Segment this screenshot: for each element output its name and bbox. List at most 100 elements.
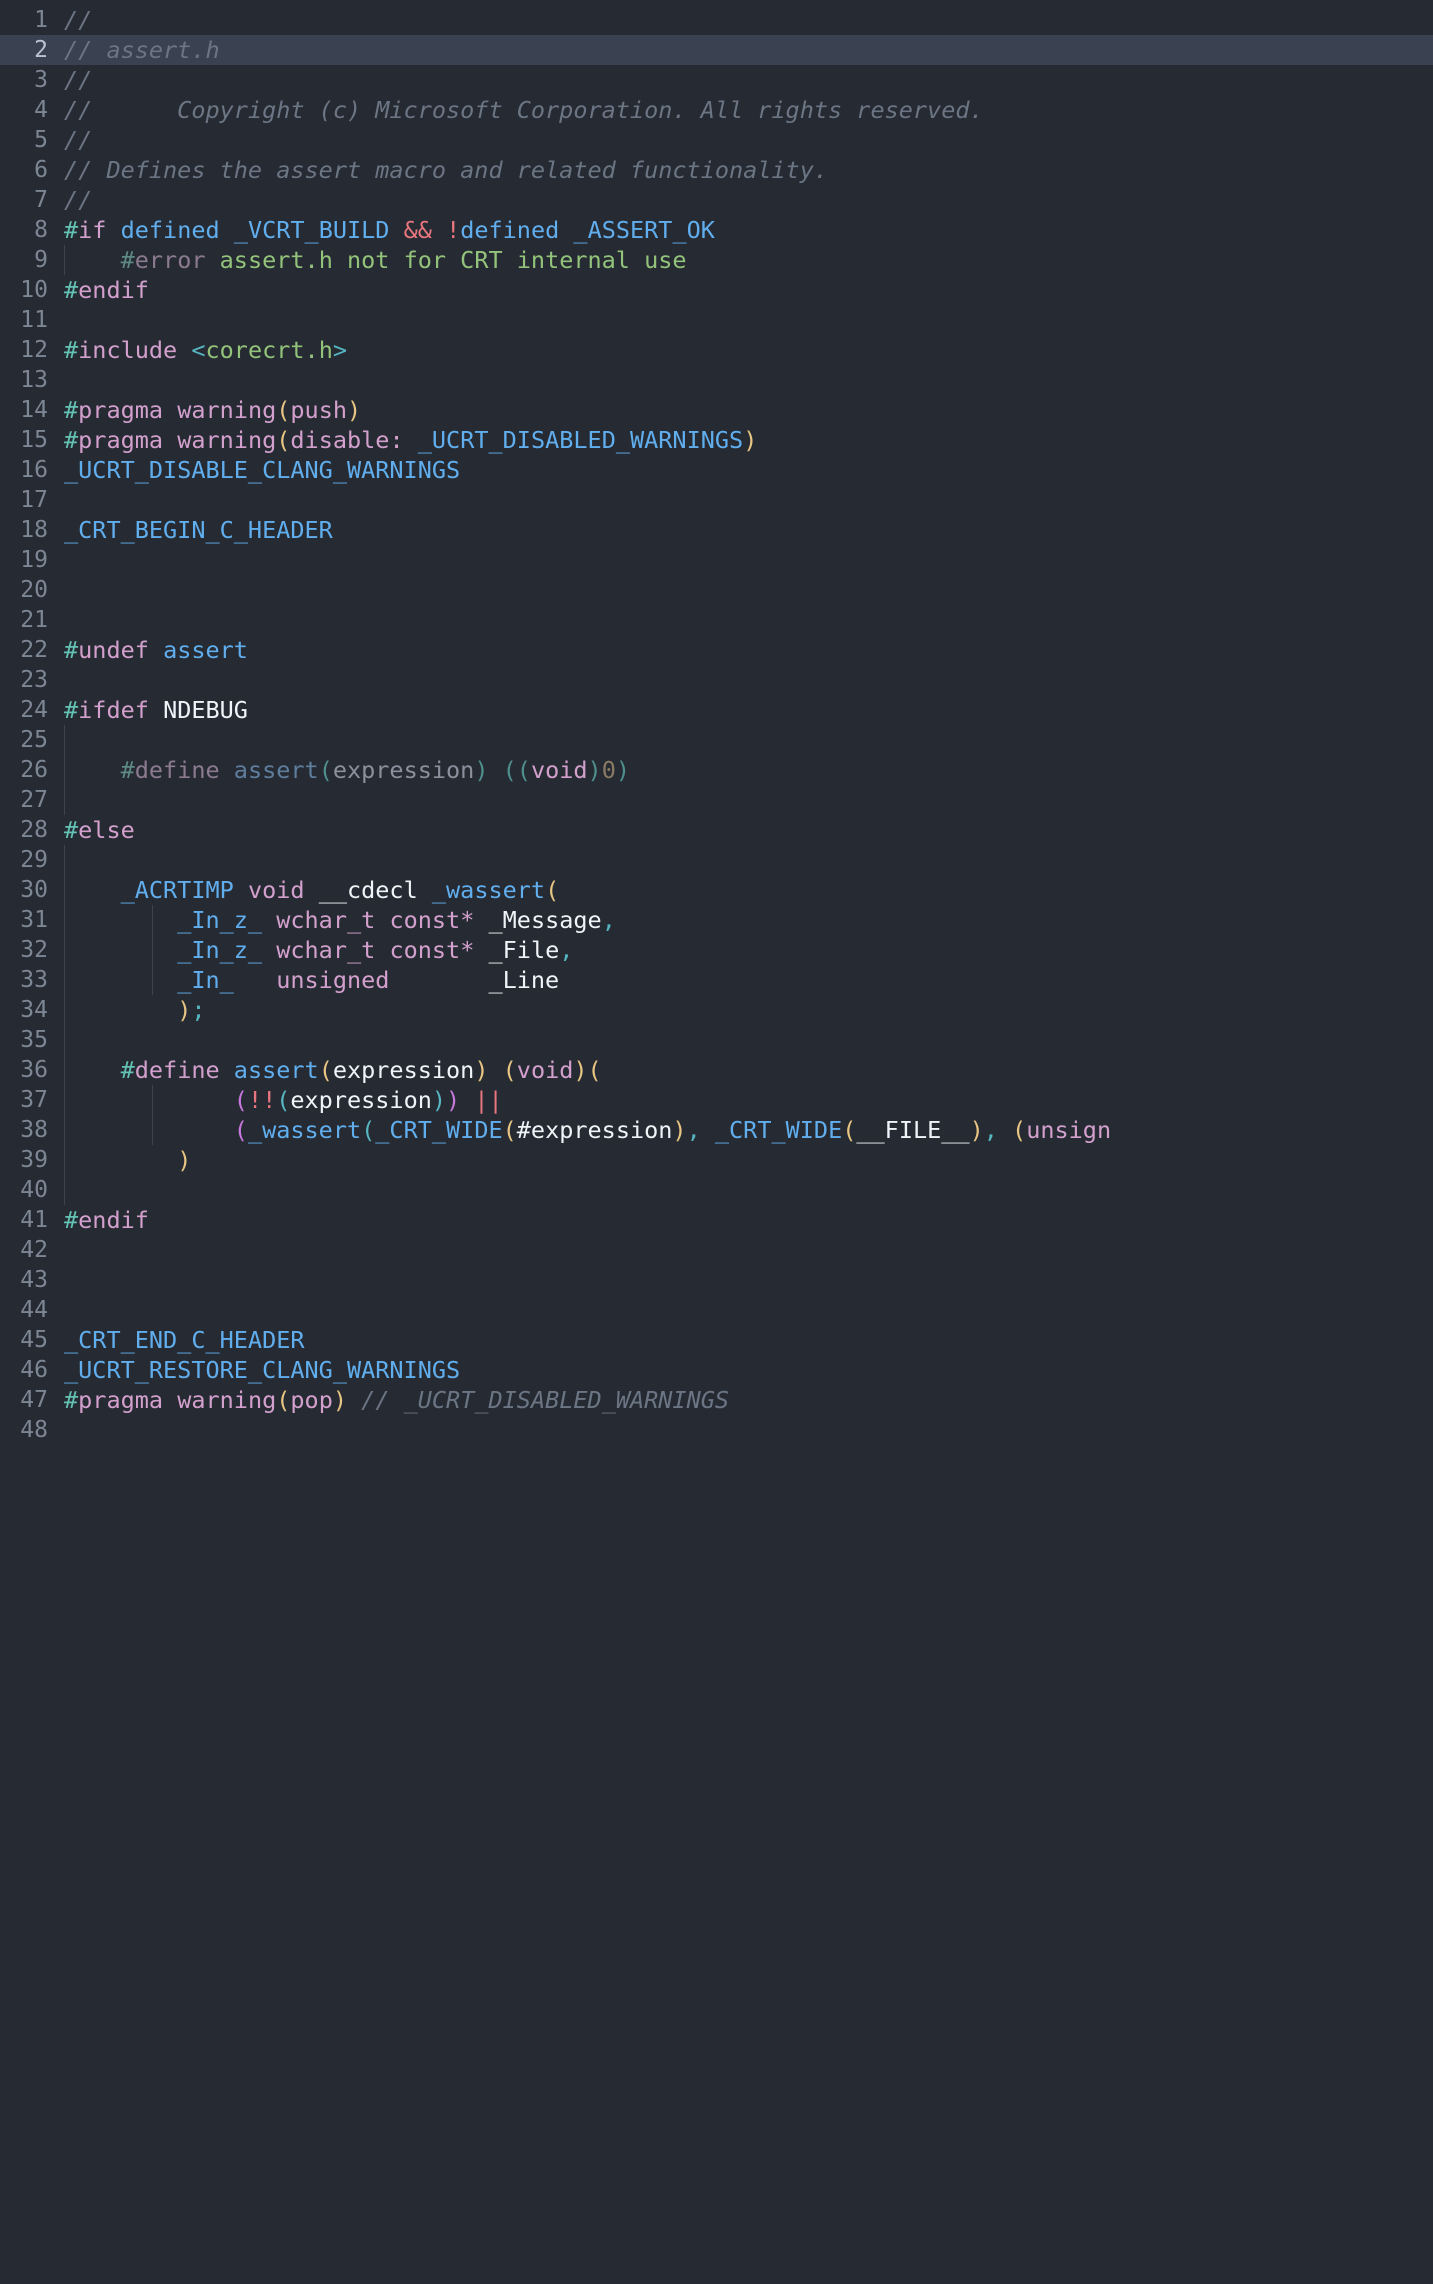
line-number: 10	[20, 277, 48, 303]
line-content: (_wassert(_CRT_WIDE(#expression), _CRT_W…	[48, 1115, 1111, 1145]
line-number: 45	[20, 1327, 48, 1353]
line-content: //	[64, 66, 93, 94]
line-number: 28	[20, 817, 48, 843]
code-line[interactable]: 8 #if defined _VCRT_BUILD && !defined _AS…	[0, 215, 1433, 245]
line-number: 3	[34, 67, 48, 93]
line-number: 1	[34, 7, 48, 33]
code-line[interactable]: 6 // Defines the assert macro and related…	[0, 155, 1433, 185]
code-line[interactable]: 15 #pragma warning(disable: _UCRT_DISABLE…	[0, 425, 1433, 455]
code-line[interactable]: 43	[0, 1265, 1433, 1295]
code-line[interactable]: 24 #ifdef NDEBUG	[0, 695, 1433, 725]
line-content: #error assert.h not for CRT internal use	[48, 245, 687, 275]
code-line-list: 1 // 2 // assert.h 3 // 4 // Copyright (c) M…	[0, 0, 1433, 1445]
code-line[interactable]: 27	[0, 785, 1433, 815]
line-number: 15	[20, 427, 48, 453]
line-number: 41	[20, 1207, 48, 1233]
line-content: _In_z_ wchar_t const* _File,	[48, 935, 573, 965]
code-line[interactable]: 29	[0, 845, 1433, 875]
code-line[interactable]: 21	[0, 605, 1433, 635]
code-editor[interactable]: 1 // 2 // assert.h 3 // 4 // Copyright (c) M…	[0, 0, 1433, 2284]
line-content: // Defines the assert macro and related …	[64, 156, 829, 184]
line-content: _CRT_BEGIN_C_HEADER	[64, 516, 333, 544]
line-content: // assert.h	[64, 36, 220, 64]
line-content: #endif	[64, 1206, 149, 1234]
line-number: 47	[20, 1387, 48, 1413]
code-line[interactable]: 32 _In_z_ wchar_t const* _File,	[0, 935, 1433, 965]
code-line[interactable]: 22 #undef assert	[0, 635, 1433, 665]
line-content: #define assert(expression) ((void)0)	[48, 755, 630, 785]
line-content: #define assert(expression) (void)(	[48, 1055, 602, 1085]
line-content: _In_z_ wchar_t const* _Message,	[48, 905, 616, 935]
line-number: 6	[34, 157, 48, 183]
code-line[interactable]: 17	[0, 485, 1433, 515]
line-content: #if defined _VCRT_BUILD && !defined _ASS…	[64, 216, 715, 244]
line-number: 46	[20, 1357, 48, 1383]
code-line[interactable]: 1 //	[0, 5, 1433, 35]
code-line[interactable]: 19	[0, 545, 1433, 575]
line-number: 24	[20, 697, 48, 723]
line-number: 40	[20, 1177, 48, 1203]
code-line[interactable]: 12 #include <corecrt.h>	[0, 335, 1433, 365]
line-number: 48	[20, 1417, 48, 1443]
code-line[interactable]: 35	[0, 1025, 1433, 1055]
code-line[interactable]: 41 #endif	[0, 1205, 1433, 1235]
line-number: 5	[34, 127, 48, 153]
line-content: // Copyright (c) Microsoft Corporation. …	[64, 96, 984, 124]
code-line[interactable]: 14 #pragma warning(push)	[0, 395, 1433, 425]
line-content: #include <corecrt.h>	[64, 336, 348, 364]
code-line[interactable]: 47 #pragma warning(pop) // _UCRT_DISABLED…	[0, 1385, 1433, 1415]
line-number: 33	[20, 967, 48, 993]
line-number: 23	[20, 667, 48, 693]
code-line[interactable]: 9 #error assert.h not for CRT internal u…	[0, 245, 1433, 275]
code-line[interactable]: 23	[0, 665, 1433, 695]
code-line[interactable]: 4 // Copyright (c) Microsoft Corporation.…	[0, 95, 1433, 125]
code-line[interactable]: 7 //	[0, 185, 1433, 215]
code-line[interactable]: 46 _UCRT_RESTORE_CLANG_WARNINGS	[0, 1355, 1433, 1385]
code-line[interactable]: 10 #endif	[0, 275, 1433, 305]
code-line[interactable]: 48	[0, 1415, 1433, 1445]
code-line[interactable]: 20	[0, 575, 1433, 605]
code-line[interactable]: 30 _ACRTIMP void __cdecl _wassert(	[0, 875, 1433, 905]
code-line[interactable]: 3 //	[0, 65, 1433, 95]
line-number: 36	[20, 1057, 48, 1083]
line-number: 31	[20, 907, 48, 933]
code-line[interactable]: 40	[0, 1175, 1433, 1205]
line-number: 4	[34, 97, 48, 123]
line-number: 25	[20, 727, 48, 753]
code-line[interactable]: 26 #define assert(expression) ((void)0)	[0, 755, 1433, 785]
line-number: 17	[20, 487, 48, 513]
line-number: 35	[20, 1027, 48, 1053]
code-line-active[interactable]: 2 // assert.h	[0, 35, 1433, 65]
code-line[interactable]: 31 _In_z_ wchar_t const* _Message,	[0, 905, 1433, 935]
line-content: );	[48, 995, 206, 1025]
code-line[interactable]: 25	[0, 725, 1433, 755]
code-line[interactable]: 34 );	[0, 995, 1433, 1025]
code-line[interactable]: 38 (_wassert(_CRT_WIDE(#expression), _CR…	[0, 1115, 1433, 1145]
code-line[interactable]: 28 #else	[0, 815, 1433, 845]
line-content: _ACRTIMP void __cdecl _wassert(	[48, 875, 559, 905]
line-number: 26	[20, 757, 48, 783]
code-line[interactable]: 33 _In_ unsigned _Line	[0, 965, 1433, 995]
line-number: 38	[20, 1117, 48, 1143]
code-line[interactable]: 44	[0, 1295, 1433, 1325]
code-line[interactable]: 37 (!!(expression)) ||	[0, 1085, 1433, 1115]
line-number: 20	[20, 577, 48, 603]
line-number: 21	[20, 607, 48, 633]
line-content: _UCRT_RESTORE_CLANG_WARNINGS	[64, 1356, 461, 1384]
code-line[interactable]: 5 //	[0, 125, 1433, 155]
code-line[interactable]: 36 #define assert(expression) (void)(	[0, 1055, 1433, 1085]
code-line[interactable]: 13	[0, 365, 1433, 395]
line-number: 14	[20, 397, 48, 423]
line-number: 43	[20, 1267, 48, 1293]
line-content: _UCRT_DISABLE_CLANG_WARNINGS	[64, 456, 461, 484]
code-line[interactable]: 11	[0, 305, 1433, 335]
code-line[interactable]: 16 _UCRT_DISABLE_CLANG_WARNINGS	[0, 455, 1433, 485]
line-content: #pragma warning(pop) // _UCRT_DISABLED_W…	[64, 1386, 730, 1414]
code-line[interactable]: 18 _CRT_BEGIN_C_HEADER	[0, 515, 1433, 545]
line-content: _CRT_END_C_HEADER	[64, 1326, 305, 1354]
code-line[interactable]: 39 )	[0, 1145, 1433, 1175]
code-line[interactable]: 45 _CRT_END_C_HEADER	[0, 1325, 1433, 1355]
code-line[interactable]: 42	[0, 1235, 1433, 1265]
line-number: 8	[34, 217, 48, 243]
line-number: 39	[20, 1147, 48, 1173]
